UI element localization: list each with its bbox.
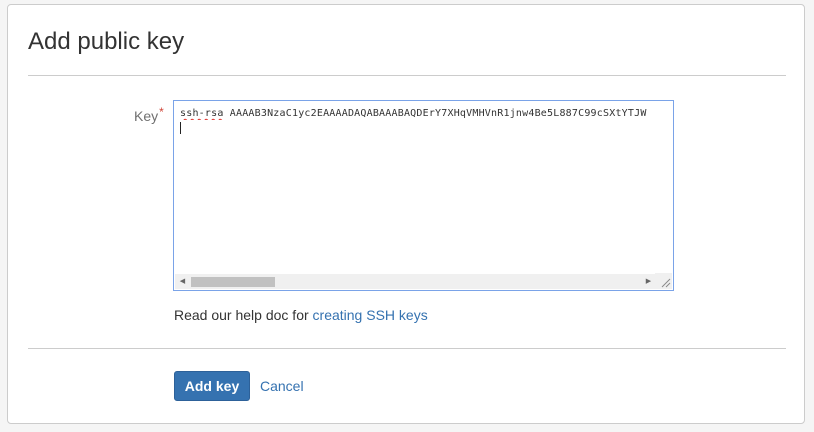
help-text-prefix: Read our help doc for: [174, 307, 313, 323]
required-marker: *: [159, 105, 164, 119]
add-public-key-dialog: Add public key Key* ssh-rsa AAAAB3NzaC1y…: [7, 4, 805, 424]
scroll-left-arrow-icon[interactable]: ◀: [175, 274, 190, 289]
key-textarea[interactable]: ssh-rsa AAAAB3NzaC1yc2EAAAADAQABAAABAQDE…: [173, 100, 674, 291]
add-key-button[interactable]: Add key: [174, 371, 250, 401]
header-divider: [28, 75, 786, 76]
cancel-link[interactable]: Cancel: [260, 378, 304, 394]
key-body-text: AAAAB3NzaC1yc2EAAAADAQABAAABAQDErY7XHqVM…: [223, 108, 647, 119]
dialog-title: Add public key: [28, 28, 185, 55]
horizontal-scrollbar[interactable]: ◀ ▶: [175, 274, 656, 289]
key-label-text: Key: [134, 108, 159, 124]
resize-grip-icon[interactable]: [655, 273, 672, 289]
text-caret: [180, 122, 181, 134]
key-field-label: Key*: [134, 105, 164, 124]
scroll-right-arrow-icon[interactable]: ▶: [641, 274, 656, 289]
key-textarea-value[interactable]: ssh-rsa AAAAB3NzaC1yc2EAAAADAQABAAABAQDE…: [180, 108, 672, 120]
footer-divider: [28, 348, 786, 349]
scrollbar-thumb[interactable]: [191, 277, 275, 287]
key-type-text: ssh-rsa: [180, 108, 224, 119]
help-text: Read our help doc for creating SSH keys: [174, 307, 428, 323]
creating-ssh-keys-link[interactable]: creating SSH keys: [313, 307, 428, 323]
